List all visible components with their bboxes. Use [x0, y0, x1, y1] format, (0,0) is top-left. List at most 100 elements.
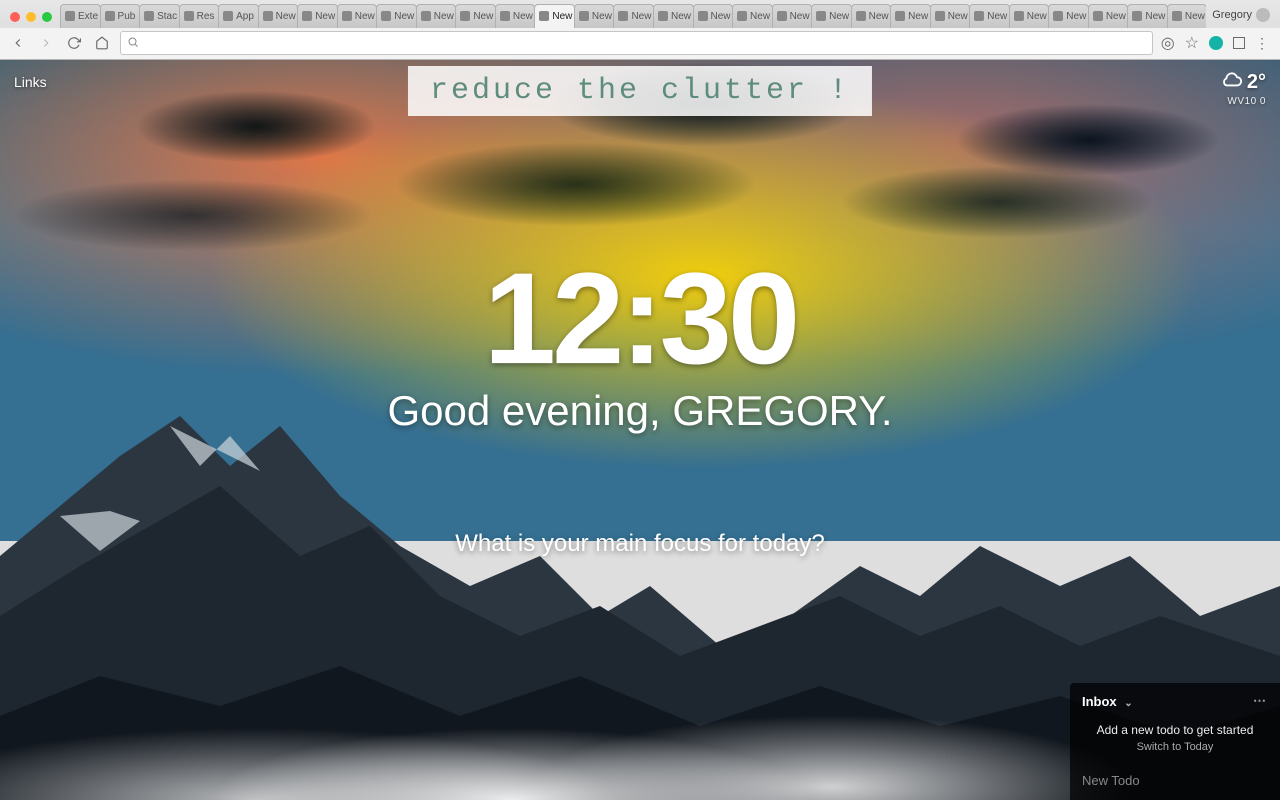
tab[interactable]: New Ta: [297, 4, 338, 28]
todo-panel: Inbox ⌄ ⋯ Add a new todo to get started …: [1070, 683, 1280, 800]
new-todo-input[interactable]: New Todo: [1082, 773, 1268, 788]
tab[interactable]: New Ta: [376, 4, 417, 28]
tab[interactable]: New Ta: [1167, 4, 1206, 28]
tab-favicon: [856, 11, 866, 21]
tab[interactable]: New Ta: [969, 4, 1010, 28]
todo-header-label: Inbox: [1082, 694, 1117, 709]
profile-badge[interactable]: Gregory: [1206, 8, 1278, 28]
tab-favicon: [737, 11, 747, 21]
weather-temp: 2°: [1247, 71, 1266, 94]
banner-text: reduce the clutter !: [430, 74, 850, 108]
minimize-window-icon[interactable]: [26, 12, 36, 22]
tab[interactable]: Res: [179, 4, 220, 28]
tab-title: New Ta: [987, 11, 1010, 22]
back-button[interactable]: [8, 33, 28, 53]
weather-widget[interactable]: 2° WV10 0: [1221, 68, 1266, 107]
tab-title: New Ta: [592, 11, 615, 22]
page-content: Links reduce the clutter ! 2° WV10 0 12:…: [0, 60, 1280, 800]
tab[interactable]: Pub: [100, 4, 141, 28]
reload-button[interactable]: [64, 33, 84, 53]
tab-favicon: [263, 11, 273, 21]
kebab-menu-icon[interactable]: ⋮: [1255, 35, 1270, 52]
tab[interactable]: New Ta: [337, 4, 378, 28]
tab[interactable]: New×: [534, 4, 575, 28]
tab[interactable]: Stac: [139, 4, 180, 28]
tab-title: New Ta: [1185, 11, 1206, 22]
tab-title: New Ta: [908, 11, 931, 22]
tab[interactable]: New Ta: [613, 4, 654, 28]
toolbar-right-icons: ◎ ☆ ⋮: [1161, 33, 1272, 53]
tab-title: New Ta: [1145, 11, 1168, 22]
tab[interactable]: New Ta: [851, 4, 892, 28]
tab-title: New Ta: [750, 11, 773, 22]
tab-title: New: [552, 11, 572, 22]
tab[interactable]: New Ta: [653, 4, 694, 28]
tab-title: New Ta: [276, 11, 299, 22]
tab-title: New Ta: [513, 11, 536, 22]
maximize-window-icon[interactable]: [42, 12, 52, 22]
pane-icon[interactable]: [1233, 37, 1245, 49]
tab-title: New Ta: [948, 11, 971, 22]
tab-favicon: [421, 11, 431, 21]
tab-title: New Ta: [711, 11, 734, 22]
tab-favicon: [816, 11, 826, 21]
tab[interactable]: App: [218, 4, 259, 28]
close-window-icon[interactable]: [10, 12, 20, 22]
tab-favicon: [342, 11, 352, 21]
tab[interactable]: New Ta: [574, 4, 615, 28]
zoom-icon[interactable]: ◎: [1161, 33, 1175, 53]
tab-title: App: [236, 11, 254, 22]
window-controls[interactable]: [6, 12, 60, 28]
links-button[interactable]: Links: [14, 74, 47, 90]
tab-favicon: [144, 11, 154, 21]
bookmark-star-icon[interactable]: ☆: [1185, 33, 1199, 53]
tab-title: New Ta: [1027, 11, 1050, 22]
tab-title: New Ta: [394, 11, 417, 22]
extension-icon[interactable]: [1209, 36, 1223, 50]
tab-favicon: [1014, 11, 1024, 21]
tab-strip: ExtePubStacResAppNew TaNew TaNew TaNew T…: [0, 0, 1280, 28]
tab[interactable]: New Ta: [455, 4, 496, 28]
tab-favicon: [223, 11, 233, 21]
todo-switch-link[interactable]: Switch to Today: [1082, 741, 1268, 753]
todo-header[interactable]: Inbox ⌄ ⋯: [1082, 693, 1268, 709]
focus-prompt[interactable]: What is your main focus for today?: [387, 530, 892, 558]
tab-favicon: [302, 11, 312, 21]
tab[interactable]: New Ta: [1048, 4, 1089, 28]
search-icon: [127, 36, 139, 51]
tab-title: New Ta: [631, 11, 654, 22]
weather-cloud-icon: [1221, 68, 1243, 96]
tab[interactable]: New Ta: [1127, 4, 1168, 28]
browser-chrome: ExtePubStacResAppNew TaNew TaNew TaNew T…: [0, 0, 1280, 60]
home-button[interactable]: [92, 33, 112, 53]
tab[interactable]: New Ta: [258, 4, 299, 28]
tab-favicon: [1172, 11, 1182, 21]
tab-favicon: [460, 11, 470, 21]
tab-favicon: [184, 11, 194, 21]
tab-favicon: [1053, 11, 1063, 21]
tab[interactable]: New Ta: [811, 4, 852, 28]
clock: 12:30: [387, 253, 892, 383]
tab-title: New Ta: [829, 11, 852, 22]
tab[interactable]: New Ta: [890, 4, 931, 28]
tab[interactable]: Exte: [60, 4, 101, 28]
tab[interactable]: New Ta: [1088, 4, 1129, 28]
tab[interactable]: New Ta: [416, 4, 457, 28]
todo-menu-icon[interactable]: ⋯: [1253, 693, 1268, 709]
tab-title: Stac: [157, 11, 177, 22]
forward-button[interactable]: [36, 33, 56, 53]
tab-favicon: [1132, 11, 1142, 21]
tab[interactable]: New Ta: [495, 4, 536, 28]
tab[interactable]: New Ta: [732, 4, 773, 28]
tab-favicon: [658, 11, 668, 21]
tab-favicon: [539, 11, 549, 21]
tab[interactable]: New Ta: [772, 4, 813, 28]
tab-favicon: [105, 11, 115, 21]
tab[interactable]: New Ta: [1009, 4, 1050, 28]
weather-location: WV10 0: [1221, 96, 1266, 107]
address-bar[interactable]: [120, 31, 1153, 55]
tab[interactable]: New Ta: [930, 4, 971, 28]
tab[interactable]: New Ta: [693, 4, 734, 28]
tab-favicon: [895, 11, 905, 21]
tab-title: Exte: [78, 11, 98, 22]
